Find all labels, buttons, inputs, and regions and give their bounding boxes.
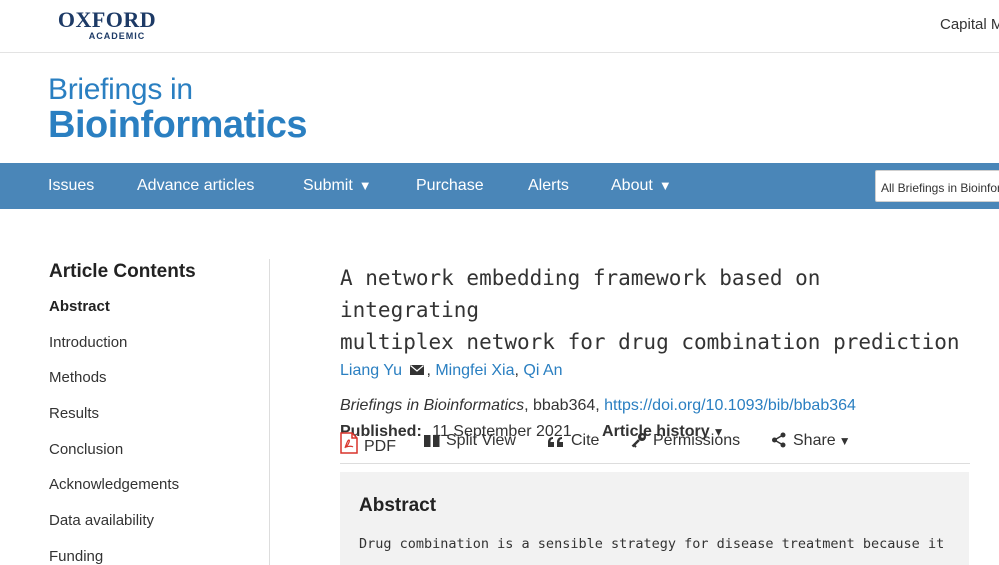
- author-link[interactable]: Mingfei Xia: [435, 362, 514, 379]
- nav-issues[interactable]: Issues: [48, 177, 94, 195]
- split-view-icon: [424, 435, 440, 447]
- article-title: A network embedding framework based on i…: [340, 262, 970, 358]
- citation-line: Briefings in Bioinformatics, bbab364, ht…: [340, 395, 970, 417]
- sidebar-item-data-availability[interactable]: Data availability: [49, 511, 269, 547]
- sidebar-item-funding[interactable]: Funding: [49, 547, 269, 565]
- publisher-name: OXFORD: [57, 7, 157, 32]
- chevron-down-icon: ▼: [838, 434, 851, 448]
- citation-journal-name: Briefings in Bioinformatics: [340, 397, 525, 414]
- journal-logo-line1: Briefings in: [48, 73, 193, 106]
- split-view-button[interactable]: Split View: [424, 432, 516, 450]
- abstract-heading: Abstract: [359, 495, 437, 516]
- author-link[interactable]: Qi An: [523, 362, 562, 379]
- article-title-line2: multiplex network for drug combination p…: [340, 330, 960, 354]
- quote-icon: [548, 437, 563, 447]
- envelope-icon[interactable]: [410, 365, 425, 375]
- publisher-subname: ACADEMIC: [88, 31, 146, 41]
- author-link[interactable]: Liang Yu: [340, 362, 402, 379]
- pdf-button[interactable]: PDF: [340, 432, 396, 456]
- nav-advance-articles-label: Advance articles: [137, 177, 255, 194]
- permissions-button[interactable]: Permissions: [631, 432, 740, 450]
- share-icon: [772, 432, 786, 448]
- author-list: Liang Yu , Mingfei Xia, Qi An: [340, 360, 970, 382]
- top-bar: OXFORD ACADEMIC Capital M: [0, 0, 999, 53]
- article-toolbar: PDF Split View Cite Permissions Share ▼: [340, 430, 970, 464]
- citation-article-id: , bbab364,: [524, 397, 605, 414]
- search-scope-select[interactable]: All Briefings in Bioinfor: [875, 170, 999, 202]
- nav-about-label: About: [611, 177, 653, 194]
- sidebar-item-abstract[interactable]: Abstract: [49, 297, 269, 333]
- chevron-down-icon: ▼: [358, 178, 372, 193]
- sidebar-divider: [269, 259, 270, 565]
- nav-alerts-label: Alerts: [528, 177, 569, 194]
- cite-button-label: Cite: [571, 432, 600, 449]
- journal-logo[interactable]: Briefings in Bioinformatics: [48, 73, 308, 146]
- institution-link[interactable]: Capital M: [940, 16, 999, 33]
- sidebar-title: Article Contents: [49, 261, 196, 282]
- split-view-label: Split View: [446, 432, 516, 449]
- nav-alerts[interactable]: Alerts: [528, 177, 569, 195]
- sidebar-item-methods[interactable]: Methods: [49, 368, 269, 404]
- sidebar-item-results[interactable]: Results: [49, 404, 269, 440]
- nav-purchase-label: Purchase: [416, 177, 484, 194]
- cite-button[interactable]: Cite: [547, 432, 599, 450]
- abstract-text: Drug combination is a sensible strategy …: [359, 536, 945, 552]
- abstract-section: Abstract Drug combination is a sensible …: [340, 472, 969, 565]
- nav-advance-articles[interactable]: Advance articles: [137, 177, 254, 195]
- article-header: A network embedding framework based on i…: [340, 262, 970, 443]
- article-title-line1: A network embedding framework based on i…: [340, 266, 821, 322]
- sidebar-item-acknowledgements[interactable]: Acknowledgements: [49, 475, 269, 511]
- share-button-label: Share: [793, 432, 836, 449]
- oxford-academic-logo[interactable]: OXFORD ACADEMIC: [48, 9, 166, 42]
- nav-submit-label: Submit: [303, 177, 353, 194]
- chevron-down-icon: ▼: [658, 178, 672, 193]
- sidebar-item-introduction[interactable]: Introduction: [49, 333, 269, 369]
- nav-purchase[interactable]: Purchase: [416, 177, 484, 195]
- main-nav: Issues Advance articles Submit ▼ Purchase…: [0, 163, 999, 209]
- sidebar-item-conclusion[interactable]: Conclusion: [49, 440, 269, 476]
- share-button[interactable]: Share ▼: [771, 432, 851, 450]
- journal-logo-line2: Bioinformatics: [48, 104, 308, 146]
- nav-submit[interactable]: Submit ▼: [303, 177, 372, 195]
- nav-issues-label: Issues: [48, 177, 95, 194]
- key-icon: [631, 433, 646, 448]
- doi-link[interactable]: https://doi.org/10.1093/bib/bbab364: [604, 397, 856, 414]
- permissions-button-label: Permissions: [653, 432, 741, 449]
- article-contents-sidebar: Article Contents Abstract Introduction M…: [49, 261, 269, 565]
- sidebar-list: Abstract Introduction Methods Results Co…: [49, 297, 269, 565]
- author-separator: ,: [426, 362, 436, 379]
- pdf-button-label: PDF: [364, 438, 396, 455]
- pdf-file-icon: [340, 432, 358, 454]
- nav-about[interactable]: About ▼: [611, 177, 672, 195]
